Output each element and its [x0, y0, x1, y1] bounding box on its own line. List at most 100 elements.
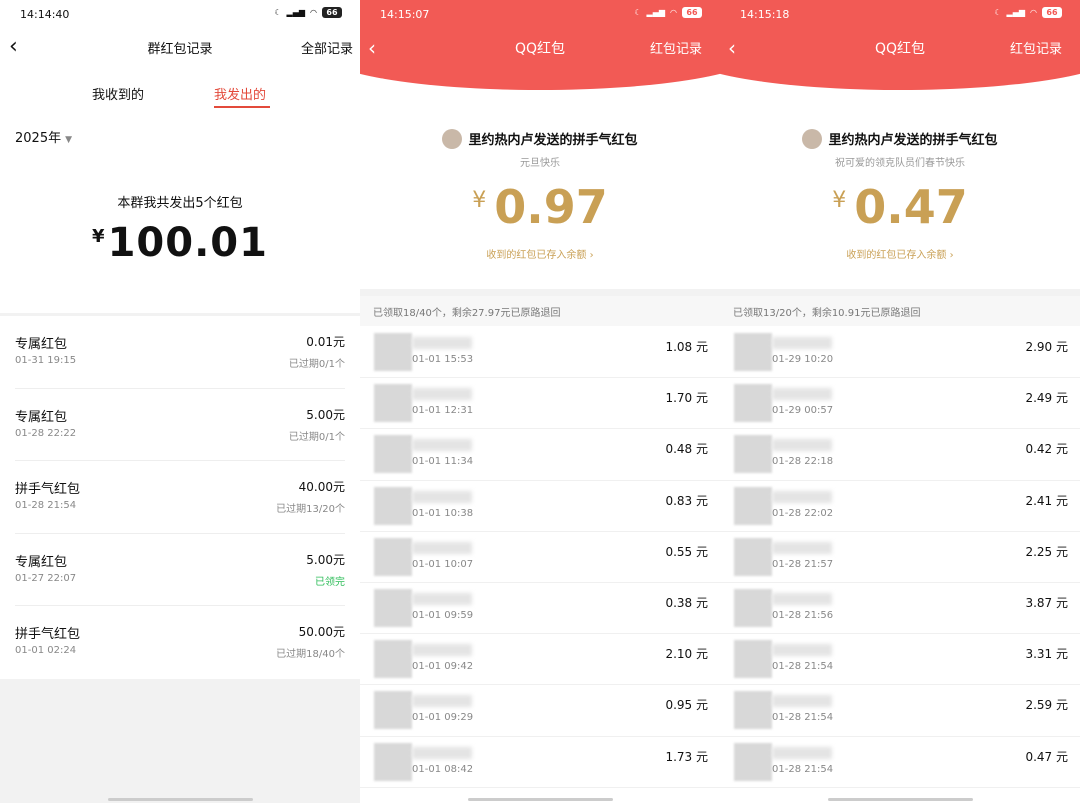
saved-to-balance-link[interactable]: 收到的红包已存入余额 ›: [360, 246, 720, 261]
blurred-name: [772, 541, 832, 554]
signal-icon: ▂▄▆: [286, 8, 306, 17]
item-time: 01-01 11:34: [412, 456, 474, 468]
list-item[interactable]: 01-01 12:31 1.70 元: [360, 378, 720, 430]
item-amount: 3.87 元: [1025, 595, 1068, 610]
list-item[interactable]: 01-28 22:18 0.42 元: [720, 429, 1080, 481]
list-item[interactable]: 01-01 10:07 0.55 元: [360, 532, 720, 583]
item-time: 01-28 22:22: [15, 427, 77, 439]
currency-symbol: ¥: [472, 188, 487, 213]
avatar: [374, 742, 412, 781]
blurred-name: [772, 695, 832, 708]
list-item[interactable]: 01-01 08:42 1.73 元: [360, 737, 720, 788]
item-name: 拼手气红包: [15, 627, 81, 643]
list-item[interactable]: 01-28 21:54 3.31 元: [720, 634, 1080, 686]
moon-icon: ☾: [634, 8, 642, 17]
tab-sent[interactable]: 我发出的: [214, 84, 266, 103]
signal-icon: ▂▄▆: [1006, 8, 1026, 17]
received-amount: ¥0.97: [360, 180, 720, 234]
saved-to-balance-link[interactable]: 收到的红包已存入余额 ›: [720, 246, 1080, 261]
home-indicator[interactable]: [468, 798, 613, 801]
status-icons: ☾ ▂▄▆ ◠ 66: [274, 7, 342, 18]
item-time: 01-27 22:07: [15, 572, 77, 584]
list-item[interactable]: 专属红包 01-31 19:15 0.01元 已过期0/1个: [15, 316, 345, 389]
list-item[interactable]: 01-28 21:56 3.87 元: [720, 583, 1080, 635]
list-item[interactable]: 01-01 09:42 2.10 元: [360, 634, 720, 686]
item-time: 01-28 21:54: [15, 500, 77, 512]
blurred-name: [772, 592, 832, 605]
list-item[interactable]: 专属红包 01-28 22:22 5.00元 已过期0/1个: [15, 389, 345, 462]
avatar: [734, 691, 772, 730]
records-link[interactable]: 红包记录: [650, 38, 702, 57]
sent-summary-area: 14:14:40 ☾ ▂▄▆ ◠ 66 ‹ 群红包记录 全部记录 我收到的 我发…: [0, 0, 360, 313]
moon-icon: ☾: [994, 8, 1002, 17]
list-item[interactable]: 01-28 21:54 0.47 元: [720, 737, 1080, 788]
list-item[interactable]: 拼手气红包 01-01 02:24 50.00元 已过期18/40个: [15, 606, 345, 679]
blurred-name: [412, 388, 472, 401]
list-item[interactable]: 01-28 21:57 2.25 元: [720, 532, 1080, 583]
blurred-name: [412, 337, 472, 349]
red-packet-detail-screen: 14:15:07 ☾ ▂▄▆ ◠ 66 ‹ QQ红包 红包记录 里约热内卢发送的…: [360, 0, 720, 803]
caret-down-icon: ▼: [65, 135, 73, 145]
home-indicator[interactable]: [828, 798, 973, 801]
list-item[interactable]: 01-29 00:57 2.49 元: [720, 378, 1080, 430]
wish-text: 祝可爱的领克队员们春节快乐: [835, 158, 965, 169]
list-item[interactable]: 01-01 09:29 0.95 元: [360, 685, 720, 737]
item-amount: 2.10 元: [665, 647, 708, 662]
claimed-summary: 已领取13/20个，剩余10.91元已原路退回: [720, 296, 1080, 326]
sent-list: 专属红包 01-31 19:15 0.01元 已过期0/1个 专属红包 01-2…: [0, 316, 360, 679]
avatar: [734, 742, 772, 781]
blurred-name: [412, 644, 472, 657]
signal-icon: ▂▄▆: [646, 8, 666, 17]
tab-received[interactable]: 我收到的: [92, 84, 144, 103]
avatar: [734, 486, 772, 525]
item-time: 01-28 21:57: [772, 558, 834, 570]
amount-value: 0.47: [854, 180, 968, 234]
avatar: [374, 691, 412, 730]
blurred-name: [412, 541, 472, 554]
item-time: 01-28 21:54: [772, 763, 834, 775]
list-item[interactable]: 01-01 15:53 1.08 元: [360, 327, 720, 379]
avatar: [734, 640, 772, 679]
blurred-name: [772, 337, 832, 349]
list-item[interactable]: 01-01 10:38 0.83 元: [360, 481, 720, 532]
total-value: 100.01: [107, 220, 268, 266]
item-time: 01-29 10:20: [772, 354, 834, 365]
item-status: 已过期13/20个: [276, 504, 345, 516]
status-time: 14:14:40: [20, 7, 70, 21]
received-amount: ¥0.47: [720, 180, 1080, 234]
blurred-name: [412, 592, 472, 605]
blurred-name: [412, 439, 472, 452]
list-item[interactable]: 01-28 22:02 2.41 元: [720, 481, 1080, 532]
item-name: 专属红包: [15, 554, 68, 570]
all-records-link[interactable]: 全部记录: [301, 38, 353, 57]
home-indicator[interactable]: [108, 798, 253, 801]
amount-value: 0.97: [494, 180, 608, 234]
list-item[interactable]: 01-01 11:34 0.48 元: [360, 429, 720, 481]
red-header: 14:15:07 ☾ ▂▄▆ ◠ 66 ‹ QQ红包 红包记录: [360, 0, 720, 90]
list-item[interactable]: 01-01 09:59 0.38 元: [360, 583, 720, 635]
blurred-name: [772, 388, 832, 401]
item-amount: 0.47 元: [1025, 749, 1068, 764]
avatar: [374, 333, 412, 371]
sender-text: 里约热内卢发送的拼手气红包: [468, 133, 638, 148]
status-time: 14:15:07: [380, 7, 430, 21]
item-amount: 40.00元: [298, 480, 345, 495]
item-amount: 0.38 元: [665, 595, 708, 610]
year-selector[interactable]: 2025年 ▼: [15, 127, 72, 146]
sender-text: 里约热内卢发送的拼手气红包: [828, 133, 998, 148]
list-item[interactable]: 专属红包 01-27 22:07 5.00元 已领完: [15, 534, 345, 607]
list-item[interactable]: 01-29 10:20 2.90 元: [720, 327, 1080, 379]
battery-icon: 66: [682, 7, 702, 18]
list-item[interactable]: 拼手气红包 01-28 21:54 40.00元 已过期13/20个: [15, 461, 345, 534]
sender-line: 里约热内卢发送的拼手气红包: [720, 129, 1080, 149]
blurred-name: [772, 746, 832, 759]
item-amount: 50.00元: [298, 625, 345, 640]
item-amount: 0.83 元: [665, 493, 708, 508]
records-link[interactable]: 红包记录: [1010, 38, 1062, 57]
item-amount: 5.00元: [306, 552, 345, 567]
avatar: [734, 435, 772, 474]
claim-list: 01-01 15:53 1.08 元 01-01 12:31 1.70 元 01-0…: [360, 327, 720, 788]
blurred-name: [772, 644, 832, 657]
avatar: [734, 333, 772, 371]
list-item[interactable]: 01-28 21:54 2.59 元: [720, 685, 1080, 737]
